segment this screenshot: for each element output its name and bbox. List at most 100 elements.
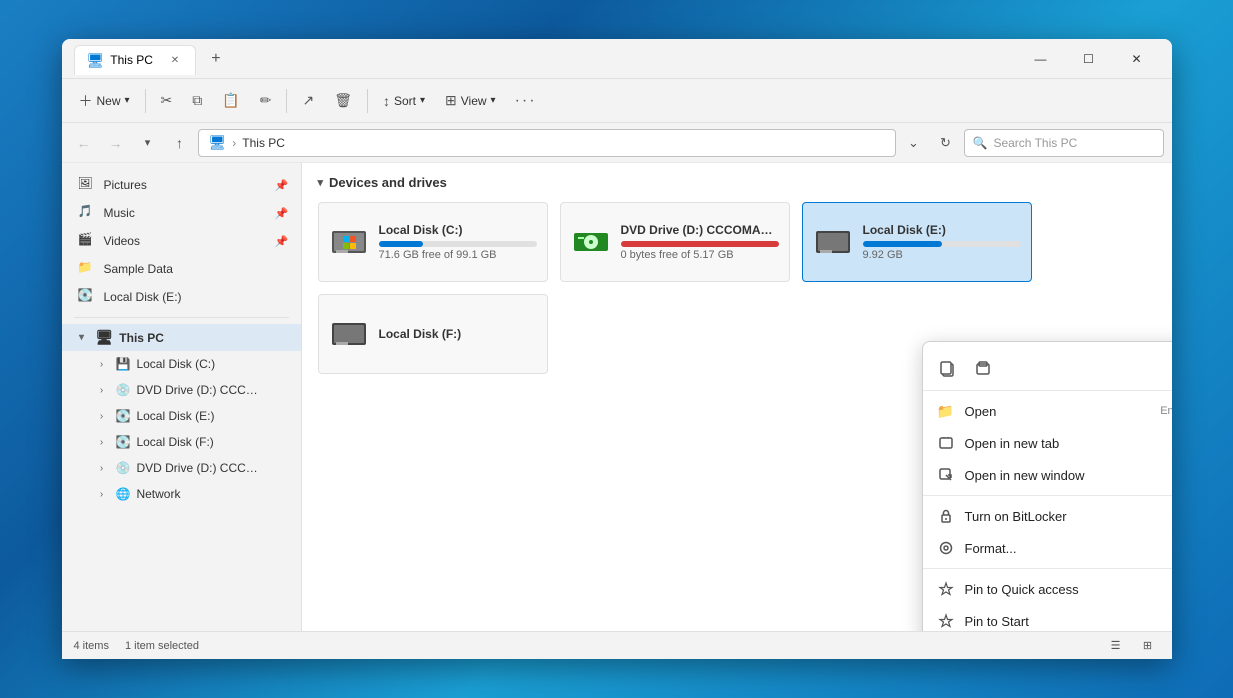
sidebar-dvd-drive[interactable]: › 💿 DVD Drive (D:) CCCOM▸	[62, 377, 301, 403]
window-tab[interactable]: 🖥 This PC ✕	[74, 45, 196, 75]
dvd-expand-icon: ›	[94, 382, 110, 398]
ctx-open-tab-icon	[937, 434, 955, 452]
sidebar-dvd2-drive[interactable]: › 💿 DVD Drive (D:) CCCOMA▸	[62, 455, 301, 481]
toolbar-separator-1	[145, 89, 146, 113]
sidebar-thispc-group[interactable]: ▾ 🖥 This PC	[62, 324, 301, 351]
drive-card-e[interactable]: Local Disk (E:) 9.92 GB	[802, 202, 1032, 282]
ctx-copy-button[interactable]	[931, 352, 963, 384]
drive-card-f[interactable]: Local Disk (F:)	[318, 294, 548, 374]
status-view-controls: ☰ ⊞	[1104, 634, 1160, 658]
drive-c-icon	[329, 222, 369, 262]
sidebar-f-drive[interactable]: › 💽 Local Disk (F:)	[62, 429, 301, 455]
list-view-button[interactable]: ☰	[1104, 634, 1128, 658]
drive-e-name: Local Disk (E:)	[863, 223, 1021, 237]
recent-locations-button[interactable]: ▾	[134, 129, 162, 157]
sort-button[interactable]: ↕ Sort ▾	[374, 87, 434, 115]
copy-button[interactable]: ⧉	[183, 86, 211, 115]
minimize-button[interactable]: —	[1018, 43, 1064, 75]
ctx-pin-start-label: Pin to Start	[965, 614, 1029, 629]
thispc-folder-icon: 🖥	[96, 329, 114, 346]
new-button[interactable]: ＋ New ▾	[70, 85, 139, 117]
delete-icon: 🗑	[334, 92, 352, 109]
sort-icon: ↕	[383, 93, 390, 109]
back-button[interactable]: ←	[70, 129, 98, 157]
sidebar-item-sample-data[interactable]: 📁 Sample Data	[62, 255, 301, 283]
pin-icon-music: 📌	[275, 207, 289, 220]
new-chevron: ▾	[125, 95, 130, 106]
delete-button[interactable]: 🗑	[325, 86, 361, 115]
search-box[interactable]: 🔍 Search This PC	[964, 129, 1164, 157]
content-area: ▾ Devices and drives	[302, 163, 1172, 631]
ctx-open-window-label: Open in new window	[965, 468, 1085, 483]
cut-button[interactable]: ✂	[152, 86, 182, 115]
ctx-bitlocker[interactable]: Turn on BitLocker	[923, 500, 1172, 532]
sidebar-item-music[interactable]: 🎵 Music 📌	[62, 199, 301, 227]
sidebar-network[interactable]: › 🌐 Network	[62, 481, 301, 507]
addressbar-row: ← → ▾ ↑ 🖥 › This PC ⌄ ↻ 🔍 Search This PC	[62, 123, 1172, 163]
view-chevron: ▾	[491, 95, 496, 106]
sidebar-divider	[74, 317, 289, 318]
rename-button[interactable]: ✏	[251, 86, 281, 115]
drive-c-info: Local Disk (C:) 71.6 GB free of 99.1 GB	[379, 223, 537, 261]
sidebar-item-pictures[interactable]: 🖼 Pictures 📌	[62, 171, 301, 199]
ctx-open[interactable]: 📁 Open Enter	[923, 395, 1172, 427]
pin-icon-videos: 📌	[275, 235, 289, 248]
section-label: Devices and drives	[329, 175, 447, 190]
new-tab-button[interactable]: +	[204, 47, 228, 71]
drive-f-name: Local Disk (F:)	[379, 327, 537, 341]
dvd2-expand-icon: ›	[94, 460, 110, 476]
drive-dvd-progress-fill	[621, 241, 779, 247]
drive-card-c[interactable]: Local Disk (C:) 71.6 GB free of 99.1 GB	[318, 202, 548, 282]
file-explorer-window: 🖥 This PC ✕ + — ☐ ✕ ＋ New ▾ ✂ ⧉ 📋 ✏	[62, 39, 1172, 659]
pin-icon-pictures: 📌	[275, 179, 289, 192]
address-path: This PC	[242, 136, 285, 150]
close-button[interactable]: ✕	[1114, 43, 1160, 75]
sidebar-item-local-e[interactable]: 💽 Local Disk (E:)	[62, 283, 301, 311]
sidebar-label-sample-data: Sample Data	[104, 262, 173, 276]
ctx-open-new-window[interactable]: Open in new window	[923, 459, 1172, 491]
more-button[interactable]: ···	[507, 87, 545, 115]
ctx-format[interactable]: Format...	[923, 532, 1172, 564]
tab-pc-icon: 🖥	[87, 52, 105, 69]
tab-close-button[interactable]: ✕	[167, 52, 183, 68]
sidebar-label-pictures: Pictures	[104, 178, 147, 192]
sidebar-label-network: Network	[136, 487, 180, 501]
forward-button[interactable]: →	[102, 129, 130, 157]
drive-c-name: Local Disk (C:)	[379, 223, 537, 237]
sidebar-label-local-e: Local Disk (E:)	[104, 290, 182, 304]
dvd-drive-icon: 💿	[116, 383, 131, 397]
ctx-paste-button[interactable]	[967, 352, 999, 384]
refresh-button[interactable]: ↻	[932, 129, 960, 157]
address-dropdown-button[interactable]: ⌄	[900, 129, 928, 157]
ctx-open-new-tab[interactable]: Open in new tab	[923, 427, 1172, 459]
ctx-pin-start-icon	[937, 612, 955, 630]
section-toggle[interactable]: ▾	[318, 176, 324, 189]
sidebar-label-f: Local Disk (F:)	[136, 435, 213, 449]
pictures-icon: 🖼	[78, 176, 96, 194]
maximize-button[interactable]: ☐	[1066, 43, 1112, 75]
share-button[interactable]: ↗	[293, 86, 323, 115]
paste-icon: 📋	[222, 92, 239, 109]
sidebar: 🖼 Pictures 📌 🎵 Music 📌 🎬 Videos 📌 📁 Samp…	[62, 163, 302, 631]
sidebar-label-videos: Videos	[104, 234, 140, 248]
ctx-open-icon: 📁	[937, 402, 955, 420]
dvd2-drive-icon: 💿	[116, 461, 131, 475]
view-label: View	[461, 94, 487, 108]
address-bar[interactable]: 🖥 › This PC	[198, 129, 896, 157]
view-button[interactable]: ⊞ View ▾	[436, 86, 505, 115]
grid-view-button[interactable]: ⊞	[1136, 634, 1160, 658]
sidebar-item-videos[interactable]: 🎬 Videos 📌	[62, 227, 301, 255]
c-expand-icon: ›	[94, 356, 110, 372]
ctx-pin-quick[interactable]: Pin to Quick access	[923, 573, 1172, 605]
drive-dvd-space: 0 bytes free of 5.17 GB	[621, 249, 779, 261]
up-button[interactable]: ↑	[166, 129, 194, 157]
rename-icon: ✏	[260, 92, 272, 109]
drive-card-dvd[interactable]: DVD Drive (D:) CCCOMA_X64FRE_EN-US_DV9 0…	[560, 202, 790, 282]
ctx-format-icon	[937, 539, 955, 557]
paste-button[interactable]: 📋	[213, 86, 248, 115]
sidebar-c-drive[interactable]: › 💾 Local Disk (C:)	[62, 351, 301, 377]
ctx-bitlocker-icon	[937, 507, 955, 525]
toolbar-separator-3	[367, 89, 368, 113]
ctx-pin-start[interactable]: Pin to Start	[923, 605, 1172, 631]
sidebar-e-drive[interactable]: › 💽 Local Disk (E:)	[62, 403, 301, 429]
